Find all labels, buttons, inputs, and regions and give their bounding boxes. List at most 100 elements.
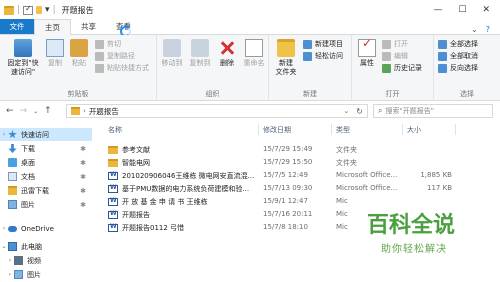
column-divider[interactable] xyxy=(331,124,332,135)
cut-button[interactable]: 剪切 xyxy=(95,39,121,49)
tab-share[interactable]: 共享 xyxy=(71,19,106,34)
address-dropdown-chevron-icon[interactable]: ⌄ xyxy=(343,107,353,115)
picture-icon xyxy=(8,200,17,209)
file-modified: 15/7/8 18:10 xyxy=(263,223,308,231)
rename-button[interactable]: 重命名 xyxy=(241,39,267,68)
copy-to-label: 复制到 xyxy=(189,59,211,67)
new-folder-button[interactable]: 新建 文件夹 xyxy=(272,39,300,77)
expand-chevron-icon[interactable]: › xyxy=(0,225,8,232)
easy-access-button[interactable]: 轻松访问 xyxy=(303,51,343,61)
open-label: 打开 xyxy=(394,40,408,48)
tab-file[interactable]: 文件 xyxy=(0,19,34,34)
breadcrumb-current[interactable]: 开题报告 xyxy=(89,106,119,117)
column-header-type[interactable]: 类型 xyxy=(336,125,350,135)
forward-arrow-icon[interactable]: → xyxy=(20,106,28,116)
quick-access-toolbar: | ▾ | xyxy=(0,4,56,15)
invert-selection-icon xyxy=(438,63,447,73)
breadcrumb-chevron-icon[interactable]: › xyxy=(83,107,86,115)
nav-item-desktop[interactable]: 桌面 ✱ xyxy=(0,156,92,169)
pin-icon: ✱ xyxy=(80,186,86,195)
delete-icon xyxy=(218,39,236,57)
expand-ribbon-chevron-icon[interactable]: ⌄ xyxy=(471,25,486,34)
column-divider[interactable] xyxy=(455,124,456,135)
nav-item-downloads[interactable]: 下载 ✱ xyxy=(0,142,92,155)
up-arrow-icon[interactable]: ↑ xyxy=(44,106,52,116)
properties-button[interactable]: 属性 xyxy=(356,39,378,68)
nav-item-label: 视频 xyxy=(27,256,41,265)
list-item[interactable]: 智能电网 15/7/29 15:50 文件夹 xyxy=(100,157,500,169)
move-to-button[interactable]: 移动到 xyxy=(159,39,185,68)
column-divider[interactable] xyxy=(258,124,259,135)
pin-icon: ✱ xyxy=(80,144,86,153)
nav-item-label: 下载 xyxy=(21,144,35,153)
open-group: 属性 打开 编辑 历史记录 打开 xyxy=(352,35,434,101)
list-item[interactable]: 基于PMU数据的电力系统负荷建模和验... 15/7/13 09:30 Micr… xyxy=(100,183,500,195)
expand-chevron-icon[interactable]: › xyxy=(6,271,14,278)
open-button[interactable]: 打开 xyxy=(382,39,408,49)
pin-to-quick-access-button[interactable]: 固定到"快速访问" xyxy=(4,39,42,77)
cut-label: 剪切 xyxy=(107,40,121,48)
properties-quick-icon[interactable] xyxy=(23,4,34,15)
list-item[interactable]: 开 放 基 金 申 请 书 王维栋 15/9/1 12:47 Mic xyxy=(100,196,500,208)
file-name: 开题报告 xyxy=(122,211,150,219)
new-group-label: 新建 xyxy=(303,90,317,98)
help-icon[interactable]: ? xyxy=(486,25,500,34)
file-modified: 15/7/13 09:30 xyxy=(263,184,313,192)
invert-selection-button[interactable]: 反向选择 xyxy=(438,63,478,73)
column-divider[interactable] xyxy=(402,124,403,135)
nav-item-pictures[interactable]: 图片 ✱ xyxy=(0,198,92,211)
close-button[interactable]: ✕ xyxy=(482,5,490,15)
file-type: Microsoft Office... xyxy=(336,184,398,192)
select-all-button[interactable]: 全部选择 xyxy=(438,39,478,49)
copy-button[interactable]: 复制 xyxy=(44,39,66,68)
cloud-icon xyxy=(8,225,17,232)
edit-label: 编辑 xyxy=(394,52,408,60)
edit-button[interactable]: 编辑 xyxy=(382,51,408,61)
nav-item-this-pc[interactable]: ⌄ 此电脑 xyxy=(0,240,92,253)
column-header-size[interactable]: 大小 xyxy=(407,125,421,135)
open-icon xyxy=(382,39,391,49)
new-item-button[interactable]: 新建项目 xyxy=(303,39,343,49)
copy-to-button[interactable]: 复制到 xyxy=(187,39,213,68)
recent-locations-chevron-icon[interactable]: ⌄ xyxy=(33,108,38,115)
list-item[interactable]: 201020906046王维栋 微电网安直流混... 15/7/5 12:49 … xyxy=(100,170,500,182)
refresh-icon[interactable]: ↻ xyxy=(356,107,367,116)
new-group: 新建 文件夹 新建项目 轻松访问 新建 xyxy=(269,35,352,101)
paste-shortcut-button[interactable]: 粘贴快捷方式 xyxy=(95,63,149,73)
nav-item-thunder-downloads[interactable]: 迅雷下载 ✱ xyxy=(0,184,92,197)
file-size: 117 KB xyxy=(427,184,452,192)
invert-selection-label: 反向选择 xyxy=(450,64,478,72)
column-header-name[interactable]: 名称 xyxy=(108,125,122,135)
history-button[interactable]: 历史记录 xyxy=(382,63,422,73)
nav-item-quick-access[interactable]: › 快速访问 xyxy=(0,128,92,141)
tab-home[interactable]: 主页 xyxy=(34,19,71,35)
nav-item-videos[interactable]: › 视频 xyxy=(0,254,92,267)
word-document-icon xyxy=(108,184,118,193)
search-input[interactable]: ⌕ 搜索"开题报告" xyxy=(373,104,493,118)
delete-button[interactable]: 删除 xyxy=(215,39,239,68)
file-list: 名称 修改日期 类型 大小 参考文献 15/7/29 15:49 文件夹 智能电… xyxy=(100,122,500,282)
nav-item-documents[interactable]: 文档 ✱ xyxy=(0,170,92,183)
select-none-button[interactable]: 全部取消 xyxy=(438,51,478,61)
nav-item-this-pc-pictures[interactable]: › 图片 xyxy=(0,268,92,281)
expand-chevron-icon[interactable]: › xyxy=(6,257,14,264)
new-folder-quick-icon[interactable] xyxy=(36,6,43,14)
list-item[interactable]: 参考文献 15/7/29 15:49 文件夹 xyxy=(100,144,500,156)
watermark: 百科全说 助你轻松解决 xyxy=(349,208,494,256)
expand-chevron-icon[interactable]: › xyxy=(0,131,8,138)
watermark-logo: 百科全说 xyxy=(366,211,456,238)
organize-group: 移动到 复制到 删除 重命名 组织 xyxy=(157,35,269,101)
nav-item-label: 图片 xyxy=(21,200,35,209)
address-bar[interactable]: › 开题报告 ⌄ ↻ xyxy=(66,104,368,118)
maximize-button[interactable]: ☐ xyxy=(458,5,466,15)
minimize-button[interactable]: — xyxy=(433,5,442,15)
file-modified: 15/7/29 15:49 xyxy=(263,145,313,153)
paste-button[interactable]: 粘贴 xyxy=(68,39,90,68)
customize-quick-access-chevron-icon[interactable]: ▾ xyxy=(45,5,50,15)
nav-item-onedrive[interactable]: › OneDrive xyxy=(0,222,92,235)
collapse-chevron-icon[interactable]: ⌄ xyxy=(0,243,8,250)
column-header-modified[interactable]: 修改日期 xyxy=(263,125,291,135)
back-arrow-icon[interactable]: ← xyxy=(6,106,14,116)
move-to-icon xyxy=(163,39,181,57)
copy-path-button[interactable]: 复制路径 xyxy=(95,51,135,61)
